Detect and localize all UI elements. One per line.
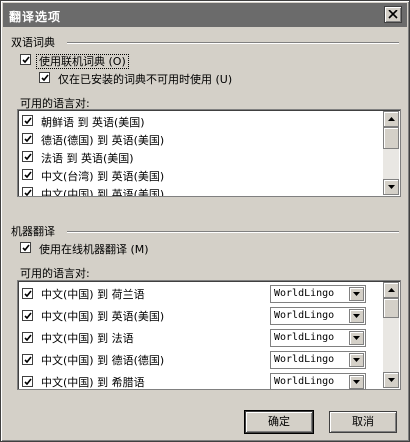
checkmark-icon: [24, 312, 32, 320]
pair-label: 中文(中国) 到 法语: [41, 332, 134, 345]
checkmark-icon: [24, 356, 32, 364]
provider-select[interactable]: WorldLingo: [270, 351, 366, 369]
dropdown-button[interactable]: [349, 309, 364, 323]
pair-label: 中文(中国) 到 德语(德国): [41, 354, 165, 367]
pair-checkbox[interactable]: [22, 133, 33, 144]
checkmark-icon: [22, 56, 30, 64]
checkmark-icon: [24, 334, 32, 342]
machine-list-scrollbar[interactable]: [383, 282, 399, 388]
use-online-dictionary-accesskey: (O): [108, 55, 126, 68]
use-online-dictionary-label: 使用联机词典: [39, 55, 105, 68]
checkmark-icon: [24, 135, 32, 143]
arrow-down-icon: [388, 378, 395, 382]
scroll-up-button[interactable]: [383, 111, 399, 127]
provider-value: WorldLingo: [274, 288, 335, 299]
provider-value: WorldLingo: [274, 332, 335, 343]
provider-select[interactable]: WorldLingo: [270, 373, 366, 389]
dictionary-list-scrollbar[interactable]: [383, 111, 399, 195]
checkmark-icon: [41, 74, 49, 82]
provider-select[interactable]: WorldLingo: [270, 307, 366, 325]
use-machine-translation-label: 使用在线机器翻译: [39, 243, 127, 256]
chevron-down-icon: [353, 336, 360, 340]
dropdown-button[interactable]: [349, 287, 364, 301]
pair-label: 中文(台湾) 到 英语(美国): [41, 170, 165, 183]
pair-checkbox[interactable]: [22, 187, 33, 196]
checkmark-icon: [22, 244, 30, 252]
chevron-down-icon: [353, 292, 360, 296]
provider-value: WorldLingo: [274, 310, 335, 321]
scroll-thumb[interactable]: [383, 127, 399, 149]
pair-checkbox[interactable]: [22, 115, 33, 126]
machine-pairs-list[interactable]: 中文(中国) 到 荷兰语 WorldLingo 中文(中国) 到 英语(美国) Wor…: [17, 280, 401, 390]
provider-value: WorldLingo: [274, 354, 335, 365]
machine-pairs-label: 可用的语言对:: [20, 267, 90, 280]
pair-label: 中文(中国) 到 荷兰语: [41, 288, 145, 301]
pair-checkbox[interactable]: [22, 376, 33, 387]
cancel-button[interactable]: 取消: [329, 411, 397, 433]
chevron-down-icon: [353, 380, 360, 384]
checkmark-icon: [24, 117, 32, 125]
dictionary-group-label: 双语词典: [11, 36, 55, 49]
checkmark-icon: [24, 153, 32, 161]
fallback-only-checkbox[interactable]: [39, 72, 50, 83]
machine-group-label: 机器翻译: [11, 225, 55, 238]
scroll-down-button[interactable]: [383, 372, 399, 388]
use-machine-translation-checkbox[interactable]: [20, 242, 31, 253]
dropdown-button[interactable]: [349, 353, 364, 367]
scroll-down-button[interactable]: [383, 179, 399, 195]
pair-label: 法语 到 英语(美国): [41, 152, 134, 165]
title-bar[interactable]: 翻译选项: [3, 3, 407, 27]
fallback-only-label: 仅在已安装的词典不可用时使用: [58, 73, 212, 86]
pair-checkbox[interactable]: [22, 288, 33, 299]
machine-group-divider: [67, 231, 399, 233]
checkmark-icon: [24, 171, 32, 179]
pair-label: 德语(德国) 到 英语(美国): [41, 134, 165, 147]
dictionary-group-divider: [67, 42, 399, 44]
scroll-thumb[interactable]: [383, 298, 399, 318]
provider-value: WorldLingo: [274, 376, 335, 387]
pair-label: 中文(中国) 到 英语(美国): [41, 310, 165, 323]
dictionary-pairs-list[interactable]: 朝鲜语 到 英语(美国) 德语(德国) 到 英语(美国) 法语 到 英语(美国) 中文…: [17, 109, 401, 197]
pair-label: 中文(中国) 到 希腊语: [41, 376, 145, 389]
dropdown-button[interactable]: [349, 331, 364, 345]
use-online-dictionary-checkbox[interactable]: [20, 54, 31, 65]
dropdown-button[interactable]: [349, 375, 364, 389]
arrow-down-icon: [388, 185, 395, 189]
pair-checkbox[interactable]: [22, 169, 33, 180]
dialog-title: 翻译选项: [9, 10, 62, 24]
chevron-down-icon: [353, 358, 360, 362]
provider-select[interactable]: WorldLingo: [270, 285, 366, 303]
ok-button[interactable]: 确定: [244, 410, 314, 434]
pair-checkbox[interactable]: [22, 310, 33, 321]
close-icon: [388, 10, 398, 19]
checkmark-icon: [24, 290, 32, 298]
arrow-up-icon: [388, 117, 395, 121]
chevron-down-icon: [353, 314, 360, 318]
checkmark-icon: [24, 378, 32, 386]
pair-checkbox[interactable]: [22, 354, 33, 365]
pair-label: 朝鲜语 到 英语(美国): [41, 116, 145, 129]
provider-select[interactable]: WorldLingo: [270, 329, 366, 347]
close-button[interactable]: [384, 6, 402, 23]
pair-checkbox[interactable]: [22, 332, 33, 343]
pair-label: 中文(中国) 到 英语(美国): [41, 188, 165, 197]
use-machine-translation-accesskey: (M): [130, 243, 149, 256]
checkmark-icon: [24, 189, 32, 196]
arrow-up-icon: [388, 288, 395, 292]
fallback-only-accesskey: (U): [215, 73, 233, 86]
pair-checkbox[interactable]: [22, 151, 33, 162]
translation-options-dialog: 翻译选项 双语词典 使用联机词典 (O) 仅在已安装的词典不可用时使用 (U) …: [0, 0, 410, 442]
scroll-up-button[interactable]: [383, 282, 399, 298]
